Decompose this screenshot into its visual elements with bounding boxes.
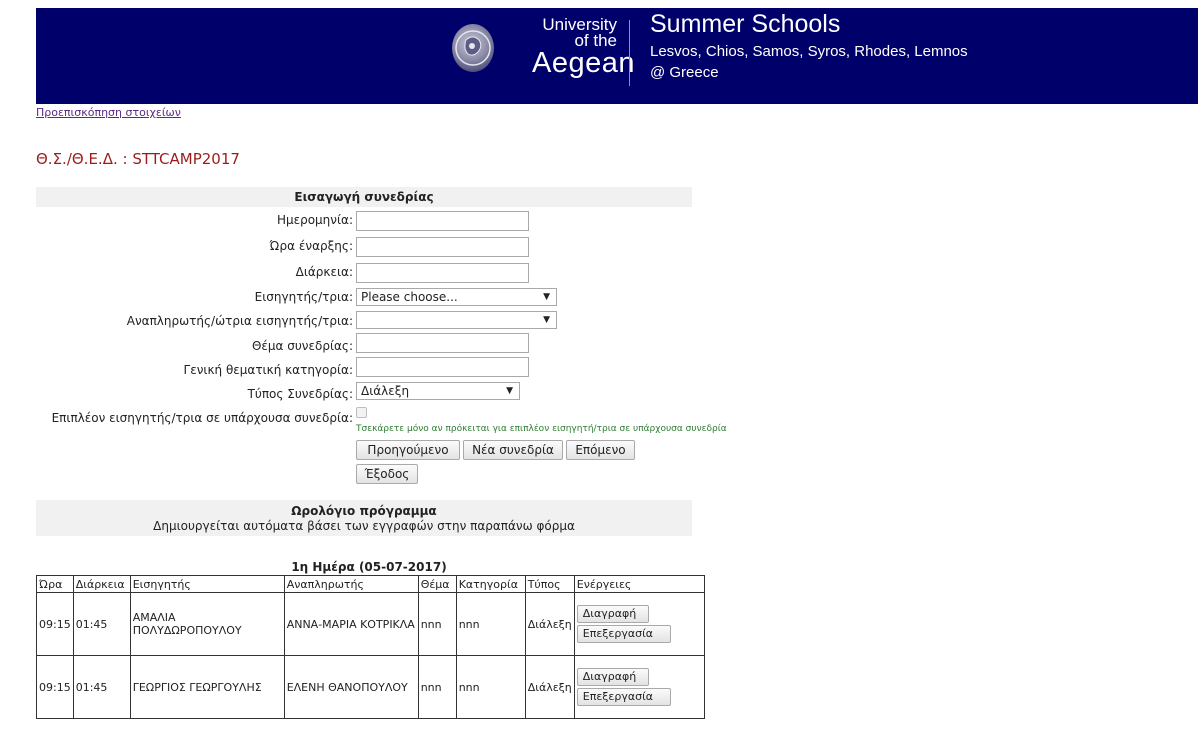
cell-time: 09:15 [36,655,74,719]
column-header-time: Ώρα [36,575,74,593]
date-field[interactable] [356,211,529,231]
cell-type: Διάλεξη [524,655,575,719]
next-button[interactable]: Επόμενο [566,440,635,460]
cell-actions: Διαγραφή Επεξεργασία [573,655,705,719]
banner-divider [629,20,630,86]
schedule-subheading: Δημιουργείται αυτόματα βάσει των εγγραφώ… [153,519,575,533]
cell-speaker: ΑΜΑΛΙΑ ΠΟΛΥΔΩΡΟΠΟΥΛΟΥ [129,592,285,656]
schedule-heading: Ωρολόγιο πρόγραμμα [291,504,437,518]
table-row: 09:15 01:45 ΑΜΑΛΙΑ ΠΟΛΥΔΩΡΟΠΟΥΛΟΥ ΑΝΝΑ-Μ… [36,592,705,656]
column-header-speaker: Εισηγητής [129,575,285,593]
extra-speaker-label: Επιπλέον εισηγητής/τρια σε υπάρχουσα συν… [51,411,353,425]
start-time-field[interactable] [356,237,529,257]
table-row: 09:15 01:45 ΓΕΩΡΓΙΟΣ ΓΕΩΡΓΟΥΛΗΣ ΕΛΕΝΗ ΘΑ… [36,655,705,719]
cell-type: Διάλεξη [524,592,575,656]
previous-button[interactable]: Προηγούμενο [356,440,460,460]
chevron-down-icon: ▼ [543,292,550,302]
edit-button[interactable]: Επεξεργασία [576,625,671,643]
cell-duration: 01:45 [72,655,131,719]
cell-substitute: ΑΝΝΑ-ΜΑΡΙΑ ΚΟΤΡΙΚΛΑ [283,592,419,656]
start-time-label: Ώρα έναρξης: [269,239,353,253]
extra-speaker-checkbox[interactable] [356,407,367,418]
category-label: Γενική θεματική κατηγορία: [183,363,353,377]
column-header-category: Κατηγορία [455,575,526,593]
delete-button[interactable]: Διαγραφή [576,605,649,623]
preview-data-link[interactable]: Προεπισκόπηση στοιχείων [36,106,181,119]
column-header-actions: Ενέργειες [573,575,705,593]
cell-category: nnn [455,592,526,656]
summer-schools-islands: Lesvos, Chios, Samos, Syros, Rhodes, Lem… [650,43,968,60]
cell-substitute: ΕΛΕΝΗ ΘΑΝΟΠΟΥΛΟΥ [283,655,419,719]
speaker-select-value: Please choose... [361,290,458,304]
topic-field[interactable] [356,333,529,353]
cell-topic: nnn [417,655,457,719]
table-header-row: Ώρα Διάρκεια Εισηγητής Αναπληρωτής Θέμα … [36,575,705,593]
cell-time: 09:15 [36,592,74,656]
session-type-select[interactable]: Διάλεξη ▼ [356,382,520,400]
session-type-select-value: Διάλεξη [361,384,410,398]
delete-button[interactable]: Διαγραφή [576,668,649,686]
column-header-substitute: Αναπληρωτής [283,575,419,593]
substitute-select[interactable]: ▼ [356,311,557,329]
exit-button[interactable]: Έξοδος [356,464,418,484]
chevron-down-icon: ▼ [543,315,550,325]
summer-schools-title: Summer Schools [650,10,841,38]
new-session-button[interactable]: Νέα συνεδρία [463,440,563,460]
duration-label: Διάρκεια: [295,265,353,279]
cell-topic: nnn [417,592,457,656]
speaker-label: Εισηγητής/τρια: [254,290,353,304]
summer-schools-location: @ Greece [650,64,719,81]
session-form-heading: Εισαγωγή συνεδρίας [36,187,692,207]
column-header-duration: Διάρκεια [72,575,131,593]
course-code-title: Θ.Σ./Θ.Ε.Δ. : STTCAMP2017 [36,150,240,168]
cell-duration: 01:45 [72,592,131,656]
category-field[interactable] [356,357,529,377]
speaker-select[interactable]: Please choose... ▼ [356,288,557,306]
cell-category: nnn [455,655,526,719]
extra-speaker-hint: Τσεκάρετε μόνο αν πρόκειται για επιπλέον… [356,424,727,434]
edit-button[interactable]: Επεξεργασία [576,688,671,706]
university-seal-logo [452,24,494,72]
cell-actions: Διαγραφή Επεξεργασία [573,592,705,656]
university-name-line3: Aegean [532,47,635,79]
session-type-label: Τύπος Συνεδρίας: [247,387,353,401]
date-label: Ημερομηνία: [276,213,353,227]
schedule-heading-box: Ωρολόγιο πρόγραμμα Δημιουργείται αυτόματ… [36,500,692,536]
day-title: 1η Ημέρα (05-07-2017) [291,560,447,574]
duration-field[interactable] [356,263,529,283]
column-header-topic: Θέμα [417,575,457,593]
substitute-label: Αναπληρωτής/ώτρια εισηγητής/τρια: [126,314,353,328]
column-header-type: Τύπος [524,575,575,593]
cell-speaker: ΓΕΩΡΓΙΟΣ ΓΕΩΡΓΟΥΛΗΣ [129,655,285,719]
schedule-table: Ώρα Διάρκεια Εισηγητής Αναπληρωτής Θέμα … [36,575,705,719]
chevron-down-icon: ▼ [506,386,513,396]
topic-label: Θέμα συνεδρίας: [251,339,353,353]
